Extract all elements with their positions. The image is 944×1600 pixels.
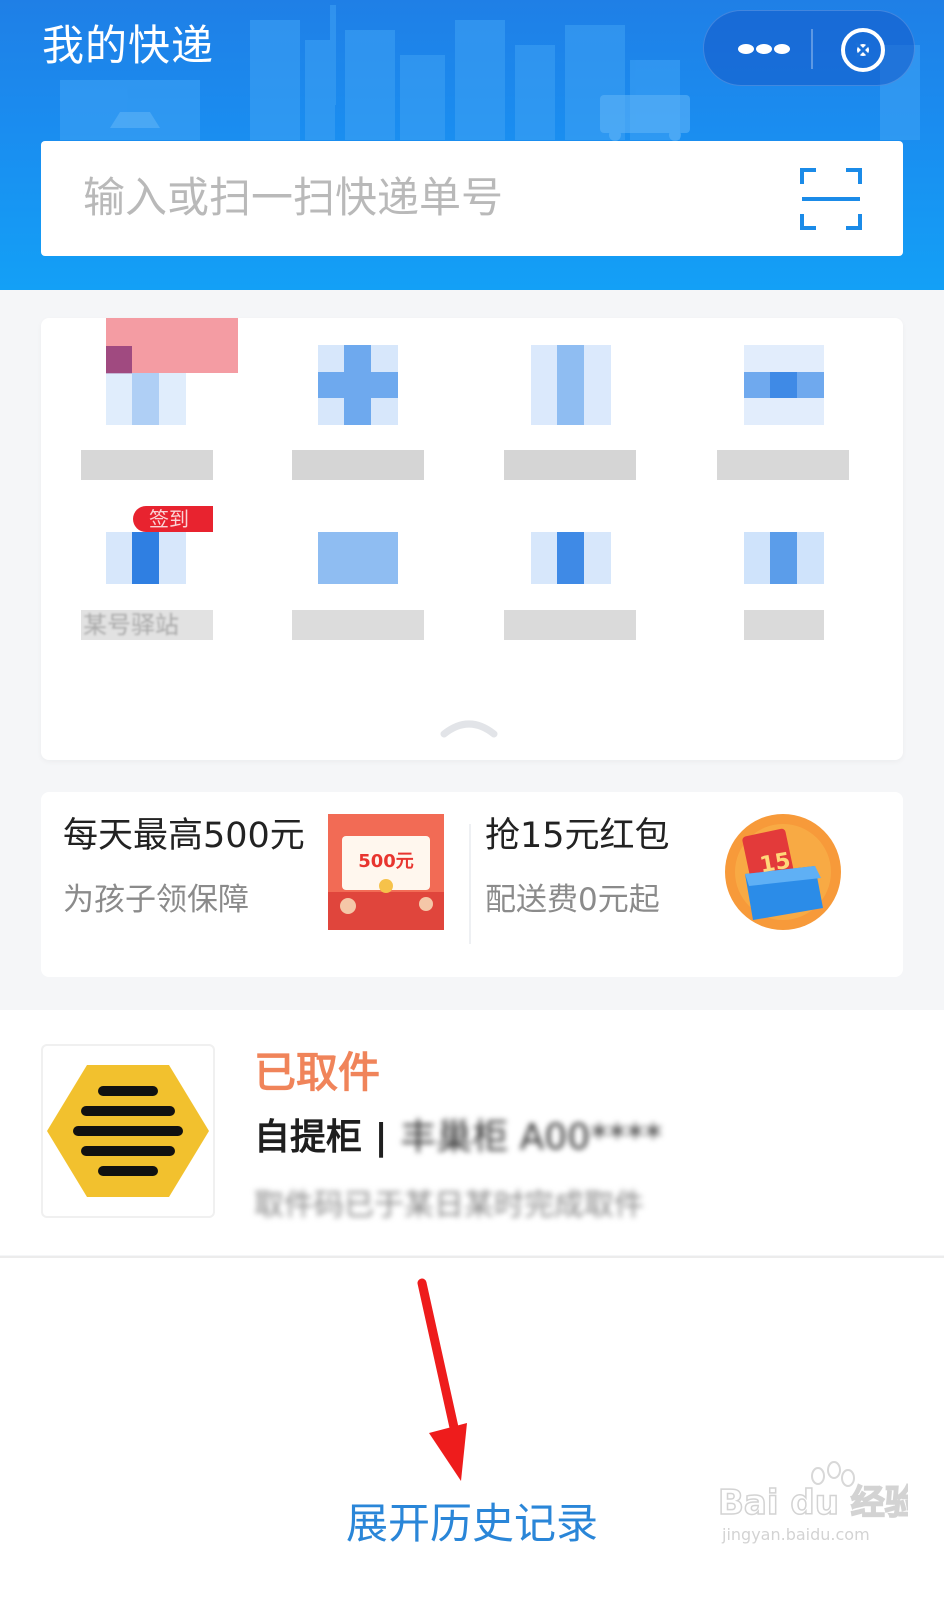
history-section: 展开历史记录 Bai du 经验 jingyan.baidu.com: [0, 1258, 944, 1600]
page-title: 我的快递: [42, 21, 215, 70]
chevron-up-icon[interactable]: [438, 710, 500, 740]
service-label-text: 某号驿站: [83, 611, 179, 639]
checkin-badge: 签到: [133, 506, 213, 532]
header: 我的快递: [0, 0, 944, 290]
blurred-service-icon: [557, 345, 584, 425]
service-item-4[interactable]: [717, 318, 867, 488]
scan-icon[interactable]: [798, 166, 864, 232]
promo-card-insurance[interactable]: 每天最高500元 为孩子领保障 500元: [41, 792, 469, 977]
tracking-number-input[interactable]: [83, 167, 763, 227]
parcel-status: 已取件: [254, 1048, 381, 1097]
blurred-service-icon: [557, 532, 584, 584]
service-item-1[interactable]: [81, 318, 238, 488]
checkin-badge-label: 签到: [149, 507, 189, 531]
blurred-pixels: [106, 373, 186, 425]
coupon-amount: 500元: [358, 851, 414, 872]
parcel-type-label: 自提柜 |: [254, 1117, 388, 1158]
more-dots-icon[interactable]: [734, 31, 794, 67]
service-item-8[interactable]: [717, 478, 867, 648]
blurred-service-icon: [318, 532, 398, 584]
blurred-service-icon: [770, 372, 797, 398]
baidu-jingyan-watermark: Bai du 经验 jingyan.baidu.com: [718, 1461, 908, 1544]
hive-box-logo-icon: [47, 1065, 209, 1197]
capsule-divider: [811, 29, 813, 69]
service-item-7[interactable]: [504, 478, 654, 648]
blurred-service-label: [717, 450, 849, 480]
watermark-url: jingyan.baidu.com: [721, 1525, 870, 1544]
blurred-service-label: [81, 450, 213, 480]
service-label: 某号驿站: [81, 610, 213, 640]
blurred-service-icon: [344, 345, 371, 425]
parcel-location-blurred: 丰巢柜 A00****: [400, 1117, 663, 1158]
blurred-service-icon: [770, 532, 797, 584]
mini-program-capsule: [703, 10, 915, 86]
close-circle-icon[interactable]: [838, 25, 888, 75]
blurred-service-label: [292, 450, 424, 480]
parcel-detail-blurred: 取件码已于某日某时完成取件: [254, 1188, 644, 1223]
red-arrow-annotation: [417, 1278, 467, 1481]
promo-title: 每天最高500元: [63, 816, 305, 856]
service-item-5[interactable]: 签到 某号驿站: [81, 478, 231, 648]
service-item-3[interactable]: [504, 318, 654, 488]
gift-coupon-image: 500元: [328, 814, 444, 930]
red-packet-box-image: 15: [725, 814, 841, 930]
promotion-panel: 每天最高500元 为孩子领保障 500元 抢15元红包 配送费0元起 15: [41, 792, 903, 977]
promo-subtitle: 配送费0元起: [485, 882, 660, 918]
blurred-service-icon: [132, 532, 159, 584]
service-grid-panel: 签到 某号驿站: [41, 318, 903, 760]
service-item-2[interactable]: [292, 318, 442, 488]
parcel-location-line: 自提柜 | 丰巢柜 A00****: [254, 1113, 662, 1163]
red-packet-amount: 15: [758, 849, 793, 879]
blurred-service-label: [292, 610, 424, 640]
watermark-text: Bai du 经验: [718, 1483, 908, 1523]
tracking-search-bar: [41, 141, 903, 256]
blurred-service-label: [504, 610, 636, 640]
service-item-6[interactable]: [292, 478, 442, 648]
promo-subtitle: 为孩子领保障: [63, 882, 249, 918]
promo-title: 抢15元红包: [485, 816, 670, 856]
parcel-card[interactable]: 已取件 自提柜 | 丰巢柜 A00**** 取件码已于某日某时完成取件: [0, 1010, 944, 1255]
blurred-service-icon: [106, 346, 132, 374]
blurred-service-label: [744, 610, 824, 640]
courier-logo: [41, 1044, 215, 1218]
blurred-service-label: [504, 450, 636, 480]
